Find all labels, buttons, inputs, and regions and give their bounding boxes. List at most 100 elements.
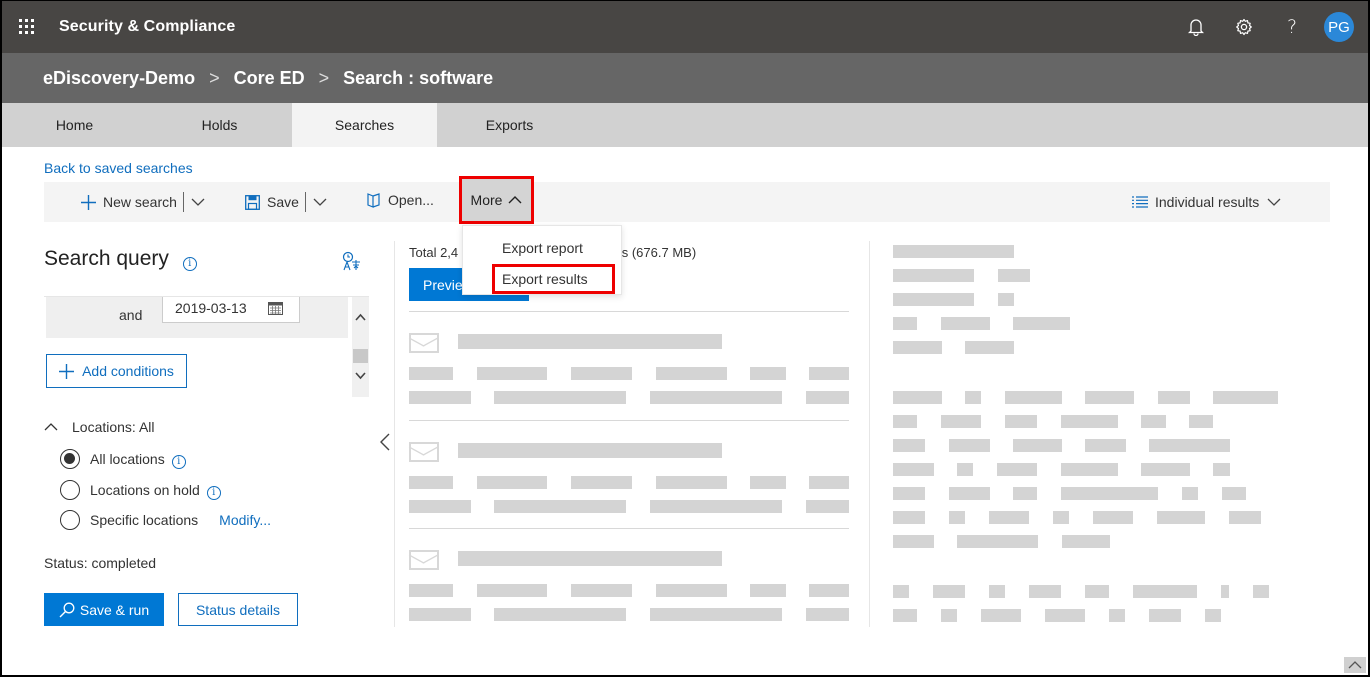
help-icon: ? bbox=[1286, 16, 1298, 38]
breadcrumb-separator: > bbox=[209, 67, 220, 88]
tab-home[interactable]: Home bbox=[2, 103, 147, 147]
radio-specific-locations[interactable] bbox=[60, 510, 80, 530]
detail-placeholder bbox=[1205, 609, 1221, 622]
radio-locations-on-hold[interactable] bbox=[60, 480, 80, 500]
add-conditions-label: Add conditions bbox=[82, 363, 174, 379]
suite-bar: Security & Compliance ? PG bbox=[2, 1, 1368, 53]
location-option-specific[interactable]: Specific locations Modify... bbox=[60, 510, 271, 530]
avatar[interactable]: PG bbox=[1324, 12, 1354, 42]
modify-locations-link[interactable]: Modify... bbox=[219, 512, 271, 528]
back-to-saved-searches-link[interactable]: Back to saved searches bbox=[44, 160, 193, 176]
save-button[interactable]: Save bbox=[245, 182, 327, 222]
loading-placeholder bbox=[656, 367, 727, 380]
detail-placeholder bbox=[893, 511, 925, 524]
loading-placeholder bbox=[650, 608, 782, 621]
detail-placeholder bbox=[893, 585, 909, 598]
new-search-button[interactable]: New search bbox=[81, 182, 205, 222]
loading-placeholder bbox=[809, 584, 849, 597]
location-option-on-hold[interactable]: Locations on hold i bbox=[60, 480, 221, 500]
scrollbar-thumb[interactable] bbox=[353, 349, 368, 363]
scroll-up-icon[interactable] bbox=[354, 311, 367, 324]
collapse-panel-icon[interactable] bbox=[379, 433, 391, 451]
detail-placeholder bbox=[1222, 487, 1246, 500]
detail-placeholder bbox=[893, 269, 974, 282]
detail-placeholder bbox=[933, 585, 965, 598]
help-button[interactable]: ? bbox=[1268, 10, 1316, 44]
loading-placeholder bbox=[571, 367, 632, 380]
detail-placeholder bbox=[941, 415, 981, 428]
condition-row: and 2019-03-13 bbox=[46, 297, 348, 338]
detail-placeholder bbox=[997, 463, 1037, 476]
detail-placeholder bbox=[1213, 463, 1230, 476]
loading-placeholder bbox=[650, 500, 782, 513]
list-icon bbox=[1132, 196, 1148, 208]
breadcrumb-item-case[interactable]: eDiscovery-Demo bbox=[43, 68, 195, 89]
detail-placeholder bbox=[965, 341, 1014, 354]
chevron-down-icon bbox=[1267, 198, 1281, 206]
chevron-down-icon[interactable] bbox=[191, 198, 205, 206]
more-button[interactable]: More bbox=[459, 176, 534, 224]
tab-searches[interactable]: Searches bbox=[292, 103, 437, 147]
info-icon[interactable]: i bbox=[171, 454, 186, 469]
detail-placeholder bbox=[1061, 487, 1158, 500]
detail-placeholder bbox=[893, 487, 925, 500]
chevron-down-icon[interactable] bbox=[313, 198, 327, 206]
detail-placeholder bbox=[989, 511, 1029, 524]
save-and-run-label: Save & run bbox=[79, 601, 150, 618]
result-title-placeholder bbox=[458, 443, 722, 458]
loading-placeholder bbox=[656, 584, 727, 597]
settings-button[interactable] bbox=[1220, 10, 1268, 44]
loading-placeholder bbox=[806, 608, 849, 621]
location-option-all[interactable]: All locations i bbox=[60, 449, 186, 469]
save-and-run-button[interactable]: Save & run bbox=[44, 593, 164, 626]
radio-all-locations[interactable] bbox=[60, 449, 80, 469]
detail-placeholder bbox=[1158, 391, 1190, 404]
menu-item-export-report[interactable]: Export report bbox=[463, 240, 621, 256]
menu-item-export-results[interactable]: Export results bbox=[492, 264, 615, 294]
breadcrumb-item-search: Search : software bbox=[343, 67, 494, 88]
detail-placeholder bbox=[893, 609, 917, 622]
calendar-icon[interactable] bbox=[268, 301, 283, 315]
tab-holds[interactable]: Holds bbox=[147, 103, 292, 147]
open-button[interactable]: Open... bbox=[367, 180, 434, 220]
detail-placeholder bbox=[893, 463, 934, 476]
query-scrollbar[interactable] bbox=[352, 297, 369, 397]
detail-placeholder bbox=[1085, 391, 1134, 404]
detail-placeholder bbox=[1085, 585, 1109, 598]
more-menu: Export report Export results bbox=[462, 225, 622, 295]
notifications-button[interactable] bbox=[1172, 10, 1220, 44]
chevron-up-icon bbox=[44, 423, 58, 431]
loading-placeholder bbox=[494, 608, 626, 621]
loading-placeholder bbox=[494, 391, 626, 404]
info-icon[interactable]: i bbox=[182, 257, 197, 271]
language-icon[interactable] bbox=[342, 251, 362, 276]
info-icon[interactable]: i bbox=[206, 485, 221, 500]
detail-placeholder bbox=[1005, 391, 1062, 404]
detail-placeholder bbox=[1149, 609, 1181, 622]
scroll-down-icon[interactable] bbox=[354, 369, 367, 382]
date-value: 2019-03-13 bbox=[175, 300, 247, 316]
loading-placeholder bbox=[656, 476, 727, 489]
add-conditions-button[interactable]: Add conditions bbox=[46, 354, 187, 388]
app-launcher-icon[interactable] bbox=[19, 19, 35, 35]
breadcrumb-item-core-ed[interactable]: Core ED bbox=[234, 68, 305, 89]
tab-exports[interactable]: Exports bbox=[437, 103, 582, 147]
detail-placeholder bbox=[893, 415, 917, 428]
detail-placeholder bbox=[893, 341, 942, 354]
view-selector[interactable]: Individual results bbox=[1132, 182, 1281, 222]
date-input[interactable]: 2019-03-13 bbox=[162, 297, 300, 323]
detail-placeholder bbox=[1061, 463, 1118, 476]
detail-placeholder bbox=[1109, 609, 1125, 622]
loading-placeholder bbox=[409, 608, 471, 621]
detail-placeholder bbox=[949, 439, 990, 452]
app-window: Security & Compliance ? PG eDiscovery-De… bbox=[0, 0, 1370, 677]
detail-placeholder bbox=[1253, 585, 1269, 598]
locations-toggle[interactable]: Locations: All bbox=[44, 419, 155, 435]
loading-placeholder bbox=[750, 367, 786, 380]
mail-icon bbox=[409, 333, 439, 353]
command-bar: New search Save Open... More Individual … bbox=[44, 176, 1330, 224]
detail-placeholder bbox=[1182, 487, 1198, 500]
status-details-button[interactable]: Status details bbox=[178, 593, 298, 626]
scroll-to-top-button[interactable] bbox=[1344, 657, 1366, 673]
loading-placeholder bbox=[409, 500, 471, 513]
